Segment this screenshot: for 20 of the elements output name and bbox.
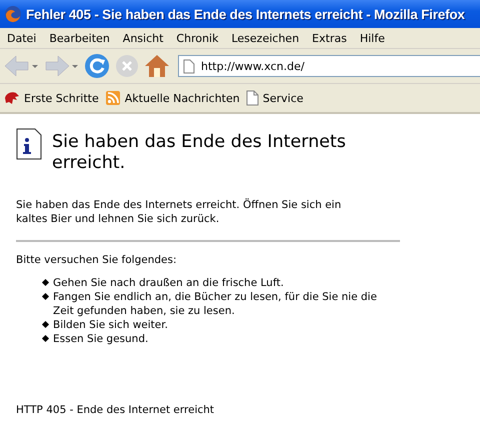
menu-item[interactable]: Bearbeiten: [44, 32, 115, 44]
window-title: Fehler 405 - Sie haben das Ende des Internets erreicht - Mozilla Firefox: [26, 6, 465, 22]
bookmark-link[interactable]: Aktuelle Nachrichten: [124, 92, 240, 104]
page-heading: Sie haben das Ende des Internets erreicht.: [52, 132, 347, 174]
suggestion-text: Gehen Sie nach draußen an die frische Luft.: [53, 276, 284, 290]
menu-item[interactable]: Extras: [307, 32, 352, 44]
menu-item[interactable]: Datei: [2, 32, 42, 44]
suggestion-text: Fangen Sie endlich an, die Bücher zu lesen, für die Sie nie die Zeit gefunden haben, sie zu lesen.: [53, 290, 378, 318]
bookmark-link[interactable]: Service: [262, 92, 304, 104]
address-field[interactable]: http://www.xcn.de/: [178, 55, 480, 77]
bookmark-link[interactable]: Erste Schritte: [24, 92, 99, 104]
menu-item[interactable]: Ansicht: [118, 32, 168, 44]
footer-text: HTTP 405 - Ende des Internet erreicht: [16, 404, 216, 416]
menu-item[interactable]: Chronik: [171, 32, 224, 44]
intro-paragraph: Sie haben das Ende des Internets erreicht. Öffnen Sie sich ein kaltes Bier und lehnen Sie sich zurück.: [16, 198, 342, 226]
menu-item[interactable]: Lesezeichen: [226, 32, 304, 44]
menu-item[interactable]: Hilfe: [354, 32, 390, 44]
suggestions-title: Bitte versuchen Sie folgendes:: [16, 254, 178, 266]
suggestion-text: Bilden Sie sich weiter.: [53, 318, 168, 332]
suggestion-text: Essen Sie gesund.: [53, 332, 148, 346]
